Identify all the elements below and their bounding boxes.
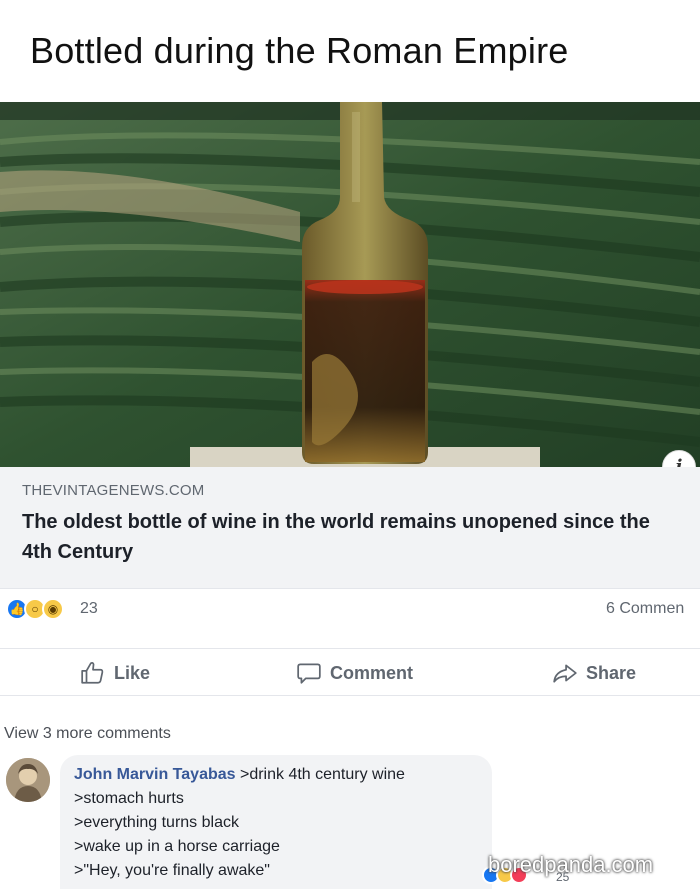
haha-icon: ◉ xyxy=(42,598,64,620)
wine-bottle-photo xyxy=(0,102,700,467)
comment-text-first: >drink 4th century wine xyxy=(235,766,405,783)
like-button[interactable]: Like xyxy=(80,657,150,689)
comment-button[interactable]: Comment xyxy=(296,657,413,689)
comment-count[interactable]: 6 Commen xyxy=(606,600,684,618)
watermark: boredpanda.com xyxy=(488,852,654,877)
comment-text-line: >wake up in a horse carriage xyxy=(74,838,280,855)
comment-author[interactable]: John Marvin Tayabas xyxy=(74,766,236,783)
like-label: Like xyxy=(114,662,151,683)
share-arrow-icon xyxy=(553,664,577,683)
comment-text-line: >"Hey, you're finally awake" xyxy=(74,862,270,879)
comment-first-line: John Marvin Tayabas >drink 4th century w… xyxy=(74,763,478,787)
comment-text-line: >everything turns black xyxy=(74,814,239,831)
reactions-bar: 👍 ○ ◉ 23 6 Commen xyxy=(0,592,700,632)
view-more-comments-link[interactable]: View 3 more comments xyxy=(4,725,171,743)
comment-text-line: >stomach hurts xyxy=(74,790,184,807)
reaction-count[interactable]: 23 xyxy=(80,600,98,618)
comment-label: Comment xyxy=(330,662,414,683)
thumbs-up-icon xyxy=(81,662,104,684)
action-bar: Like Comment Share xyxy=(0,648,700,696)
comment-bubble: John Marvin Tayabas >drink 4th century w… xyxy=(60,755,492,889)
link-preview[interactable]: THEVINTAGENEWS.COM The oldest bottle of … xyxy=(0,467,700,589)
post-image[interactable] xyxy=(0,102,700,467)
avatar[interactable] xyxy=(6,758,50,802)
speech-bubble-icon xyxy=(297,663,321,684)
meme-title: Bottled during the Roman Empire xyxy=(30,30,569,71)
avatar-image xyxy=(6,758,50,802)
share-label: Share xyxy=(586,662,637,683)
link-domain: THEVINTAGENEWS.COM xyxy=(22,482,205,499)
link-headline[interactable]: The oldest bottle of wine in the world r… xyxy=(22,507,682,567)
share-button[interactable]: Share xyxy=(552,657,636,689)
